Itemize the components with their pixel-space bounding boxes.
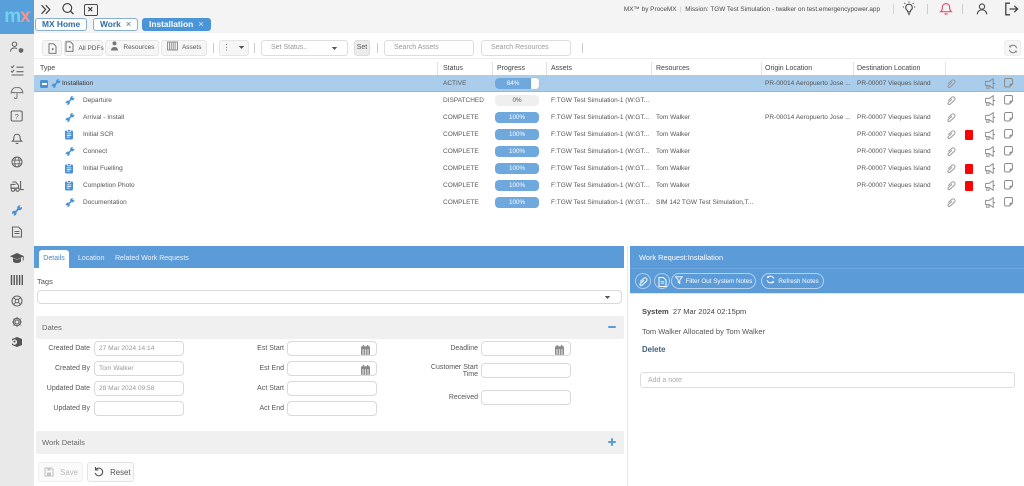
svg-text:?: ? [15, 112, 19, 121]
